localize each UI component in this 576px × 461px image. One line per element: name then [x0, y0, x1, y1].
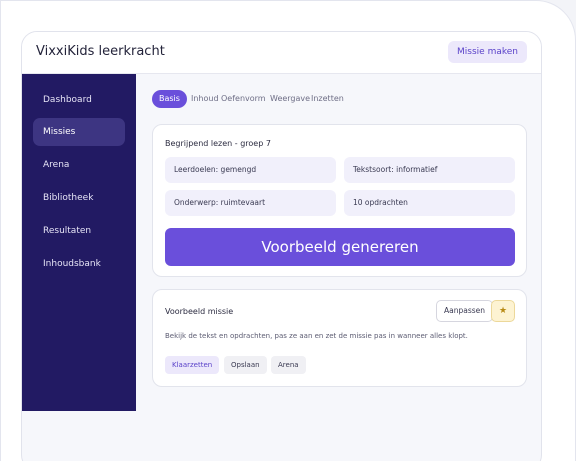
- preview-description: Bekijk de tekst en opdrachten, pas ze aa…: [165, 332, 468, 340]
- tab-inzetten[interactable]: Inzetten: [311, 90, 344, 108]
- make-mission-button[interactable]: Missie maken: [448, 41, 527, 63]
- subject-field[interactable]: Onderwerp: ruimtevaart: [165, 190, 336, 216]
- sidebar-item-arena[interactable]: Arena: [33, 151, 125, 179]
- arena-button[interactable]: Arena: [271, 356, 306, 374]
- preview-title: Voorbeeld missie: [165, 307, 234, 316]
- mission-preview-card: Voorbeeld missie Aanpassen ★ Bekijk de t…: [152, 289, 527, 387]
- app-title: VixxiKids leerkracht: [36, 44, 165, 59]
- sidebar-item-missions[interactable]: Missies: [33, 118, 125, 146]
- sidebar-item-results[interactable]: Resultaten: [33, 217, 125, 245]
- ready-button[interactable]: Klaarzetten: [165, 356, 220, 374]
- tab-basis[interactable]: Basis: [152, 90, 187, 108]
- tab-inhoud[interactable]: Inhoud: [191, 90, 219, 108]
- save-button[interactable]: Opslaan: [224, 356, 267, 374]
- sidebar: Dashboard Missies Arena Bibliotheek Resu…: [22, 74, 136, 411]
- adjust-button[interactable]: Aanpassen: [436, 300, 494, 322]
- app-header: VixxiKids leerkracht Missie maken: [22, 32, 541, 74]
- config-title: Begrijpend lezen - groep 7: [165, 139, 271, 148]
- generate-preview-button[interactable]: Voorbeeld genereren: [165, 228, 515, 266]
- mission-config-card: Begrijpend lezen - groep 7 Leerdoelen: g…: [152, 124, 527, 277]
- learning-goals-field[interactable]: Leerdoelen: gemengd: [165, 157, 336, 183]
- star-icon[interactable]: ★: [491, 300, 515, 322]
- sidebar-item-library[interactable]: Bibliotheek: [33, 184, 125, 212]
- assignments-field[interactable]: 10 opdrachten: [344, 190, 515, 216]
- text-type-field[interactable]: Tekstsoort: informatief: [344, 157, 515, 183]
- outer-card: VixxiKids leerkracht Missie maken Dashbo…: [0, 0, 576, 461]
- tab-weergave[interactable]: Weergave: [270, 90, 310, 108]
- app-window: VixxiKids leerkracht Missie maken Dashbo…: [21, 31, 542, 461]
- sidebar-item-content-bank[interactable]: Inhoudsbank: [33, 250, 125, 278]
- sidebar-item-dashboard[interactable]: Dashboard: [33, 86, 125, 114]
- tab-oefenvorm[interactable]: Oefenvorm: [221, 90, 266, 108]
